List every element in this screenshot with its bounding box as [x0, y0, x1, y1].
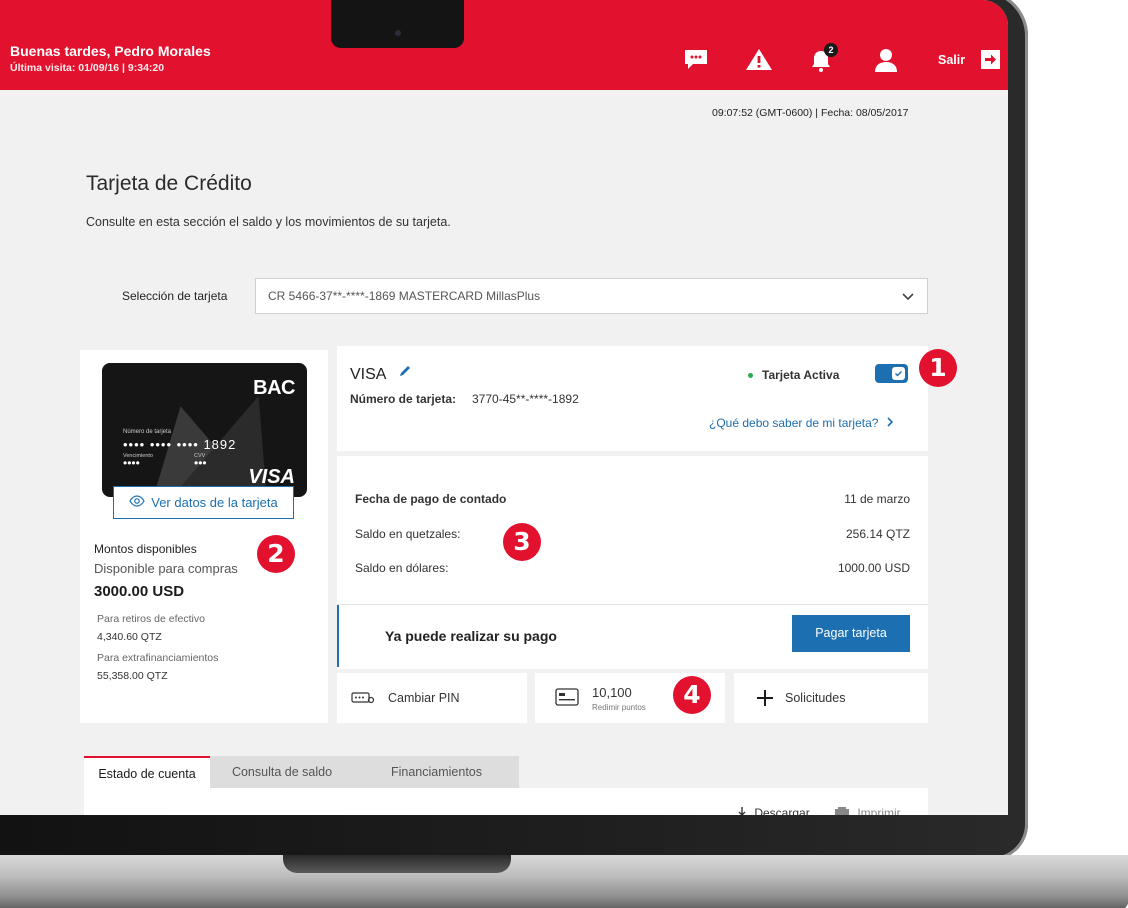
available-purchase-label: Disponible para compras [94, 561, 238, 576]
card-active-toggle[interactable] [875, 364, 908, 383]
available-cash-value: 4,340.60 QTZ [97, 631, 162, 643]
chat-icon[interactable] [683, 47, 713, 73]
bell-icon[interactable]: 2 [808, 43, 838, 73]
change-pin-tile[interactable]: Cambiar PIN [337, 673, 527, 723]
card-type: VISA [350, 366, 387, 383]
points-card-icon [555, 688, 579, 711]
card-select[interactable]: CR 5466-37**-****-1869 MASTERCARD Millas… [255, 278, 928, 314]
card-help-link[interactable]: ¿Qué debo saber de mi tarjeta? [709, 416, 894, 430]
check-icon [892, 367, 905, 380]
card-cvv: CVV ••• [194, 453, 207, 470]
card-info-panel: VISA Número de tarjeta: 3770-45**-****-1… [337, 346, 928, 451]
printer-icon [835, 806, 852, 815]
logout-icon[interactable] [981, 50, 1000, 69]
available-purchase-value: 3000.00 USD [94, 583, 185, 600]
card-select-value: CR 5466-37**-****-1869 MASTERCARD Millas… [268, 289, 541, 303]
card-help-link-label: ¿Qué debo saber de mi tarjeta? [709, 416, 879, 430]
available-extra-value: 55,358.00 QTZ [97, 670, 168, 682]
card-expiry: Vencimiento •••• [123, 453, 153, 470]
requests-label: Solicitudes [785, 691, 846, 705]
user-icon[interactable] [873, 47, 903, 73]
laptop-base [0, 855, 1128, 908]
chevron-right-icon [886, 416, 894, 430]
card-number: •••• •••• •••• 1892 [123, 437, 237, 452]
download-label: Descargar [754, 806, 810, 815]
camera-notch [331, 0, 464, 48]
callout-2: 2 [257, 535, 295, 573]
last-visit: Última visita: 01/09/16 | 9:34:20 [10, 62, 165, 74]
card-cvv-value: ••• [194, 456, 207, 470]
card-number-label: Número de tarjeta [123, 429, 172, 435]
payment-accent-bar [337, 605, 339, 667]
top-bar: Buenas tardes, Pedro Morales Última visi… [0, 0, 1008, 90]
screen: Buenas tardes, Pedro Morales Última visi… [0, 0, 1008, 815]
logout-label[interactable]: Salir [938, 53, 965, 67]
tab-account-statement[interactable]: Estado de cuenta [84, 756, 210, 788]
due-date-value: 11 de marzo [844, 492, 910, 506]
balance-usd-value: 1000.00 USD [837, 561, 910, 575]
payment-panel: Fecha de pago de contado 11 de marzo Sal… [337, 456, 928, 669]
balance-gtq-value: 256.14 QTZ [845, 527, 910, 541]
divider [337, 604, 928, 605]
tab-balance-inquiry[interactable]: Consulta de saldo [210, 756, 354, 788]
edit-pencil-icon[interactable] [398, 364, 412, 378]
chevron-down-icon [901, 289, 915, 303]
warning-icon[interactable] [745, 47, 775, 73]
change-pin-label: Cambiar PIN [388, 691, 460, 705]
camera-icon [395, 30, 401, 36]
card-select-label: Selección de tarjeta [122, 289, 228, 303]
credit-card-image: BAC Número de tarjeta •••• •••• •••• 189… [102, 363, 307, 497]
balance-usd-label: Saldo en dólares: [355, 561, 449, 575]
download-icon [738, 806, 749, 815]
callout-1: 1 [919, 349, 957, 387]
available-cash-label: Para retiros de efectivo [97, 613, 205, 625]
pin-keypad-icon [351, 691, 375, 710]
available-extra-label: Para extrafinanciamientos [97, 652, 219, 664]
print-button[interactable]: Imprimir [835, 806, 901, 815]
print-label: Imprimir [857, 806, 901, 815]
laptop-mockup: Buenas tardes, Pedro Morales Última visi… [0, 0, 1128, 908]
card-brand-logo: BAC [253, 377, 295, 399]
balance-gtq-label: Saldo en quetzales: [355, 527, 461, 541]
payment-ready-text: Ya puede realizar su pago [385, 628, 557, 644]
callout-4: 4 [673, 676, 711, 714]
available-title: Montos disponibles [94, 542, 197, 556]
server-datetime: 09:07:52 (GMT-0600) | Fecha: 08/05/2017 [712, 107, 909, 119]
eye-icon [129, 495, 145, 510]
card-number-value: 3770-45**-****-1892 [472, 392, 579, 406]
callout-3: 3 [503, 523, 541, 561]
card-number-label: Número de tarjeta: [350, 392, 457, 406]
status-dot-icon [748, 373, 753, 378]
laptop-hinge-notch [283, 855, 511, 873]
page-title: Tarjeta de Crédito [86, 172, 252, 195]
view-card-details-button[interactable]: Ver datos de la tarjeta [113, 486, 294, 519]
page-subtitle: Consulte en esta sección el saldo y los … [86, 215, 451, 229]
plus-icon [756, 689, 774, 712]
card-summary-panel: BAC Número de tarjeta •••• •••• •••• 189… [80, 350, 328, 723]
download-button[interactable]: Descargar [738, 806, 810, 815]
points-value: 10,100 [592, 685, 632, 700]
card-status-label: Tarjeta Activa [762, 368, 840, 382]
view-card-details-label: Ver datos de la tarjeta [151, 495, 278, 510]
due-date-label: Fecha de pago de contado [355, 492, 507, 506]
requests-tile[interactable]: Solicitudes [734, 673, 928, 723]
notification-badge: 2 [824, 43, 838, 57]
pay-card-button[interactable]: Pagar tarjeta [792, 615, 910, 652]
tab-financing[interactable]: Financiamientos [354, 756, 519, 788]
points-label: Redimir puntos [592, 703, 646, 712]
greeting: Buenas tardes, Pedro Morales [10, 43, 211, 59]
card-status: Tarjeta Activa [748, 368, 840, 382]
